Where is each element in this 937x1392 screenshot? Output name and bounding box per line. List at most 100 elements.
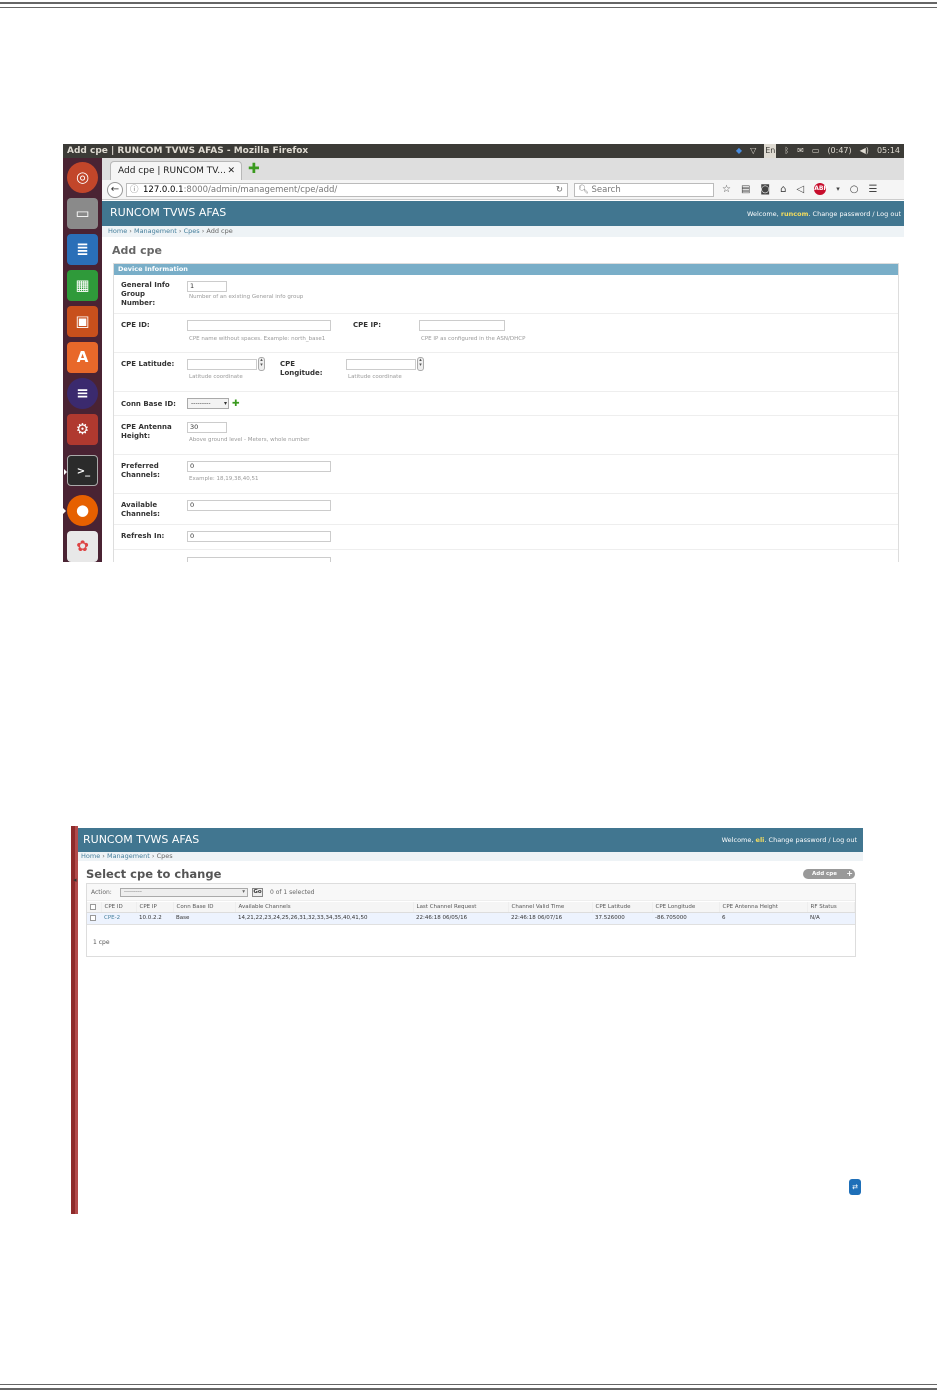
cpe-id-link[interactable]: CPE-2 [104, 915, 120, 921]
battery-time: (0:47) [827, 146, 852, 155]
last-request-cell: 22:46:18 06/05/16 [413, 912, 508, 925]
software-center-icon[interactable]: A [67, 342, 98, 373]
bookmarks-menu-icon[interactable]: ▤ [741, 182, 750, 197]
writer-icon[interactable]: ≣ [67, 234, 98, 265]
close-tab-icon[interactable]: ✕ [227, 162, 235, 180]
latitude-stepper[interactable]: ▴ ▾ [258, 357, 265, 371]
dropbox-icon[interactable]: ◆ [736, 144, 742, 158]
form-row-cpe: CPE ID: CPE name without spaces. Example… [114, 314, 898, 353]
impress-icon[interactable]: ▣ [67, 306, 98, 337]
volume-icon[interactable]: ◀) [860, 144, 869, 158]
adblock-icon[interactable]: ABP [814, 183, 828, 195]
url-bar[interactable]: ⓘ 127.0.0.1:8000/admin/management/cpe/ad… [126, 183, 568, 197]
site-info-icon[interactable]: ⓘ [130, 184, 139, 196]
breadcrumb-sep: › [102, 852, 105, 860]
chevron-down-icon: ▾ [223, 400, 227, 407]
breadcrumb-home[interactable]: Home [81, 852, 100, 860]
ubuntu-dash-icon[interactable]: ◎ [67, 162, 98, 193]
firefox-window: Add cpe | RUNCOM TV... ✕ ✚ ← ⓘ 127.0.0.1… [102, 158, 904, 562]
circle-icon[interactable]: ○ [850, 182, 859, 197]
new-tab-icon[interactable]: ✚ [248, 161, 260, 177]
back-arrow-icon[interactable]: ← [107, 182, 123, 198]
conn-base-select[interactable]: --------- ▾ [187, 398, 229, 409]
breadcrumb-current: Cpes [156, 852, 173, 860]
breadcrumb-sep: › [129, 227, 132, 235]
column-header[interactable]: Conn Base ID [173, 902, 236, 913]
app-icon[interactable]: ✿ [67, 531, 98, 562]
eclipse-icon[interactable]: ≡ [67, 378, 98, 409]
select-all-checkbox[interactable] [90, 903, 96, 910]
search-input[interactable]: 🔍︎ Search [574, 183, 714, 197]
column-header[interactable]: CPE Antenna Height [719, 902, 808, 913]
go-button[interactable]: Go [252, 888, 263, 897]
latitude-input[interactable] [187, 359, 257, 370]
user-links[interactable]: . Change password / Log out [808, 210, 901, 218]
firefox-icon[interactable]: ● [63, 495, 98, 526]
screenshot-add-cpe: Add cpe | RUNCOM TVWS AFAS - Mozilla Fir… [63, 144, 904, 562]
url-host: 127.0.0.1 [143, 185, 184, 195]
add-cpe-button[interactable]: Add cpe + [803, 869, 855, 879]
action-select[interactable]: --------- ▾ [120, 888, 248, 897]
wifi-icon[interactable]: ▽ [750, 144, 756, 158]
files-icon[interactable]: ▭ [67, 198, 98, 229]
group-number-label: General Info Group Number: [121, 281, 170, 307]
group-number-input[interactable]: 1 [187, 281, 227, 292]
column-header[interactable]: Last Channel Request [413, 902, 509, 913]
cpe-id-label: CPE ID: [121, 321, 150, 329]
column-header[interactable]: CPE IP [136, 902, 174, 913]
next-field-input[interactable] [187, 557, 331, 562]
chevron-down-icon: ▾ [242, 889, 245, 895]
terminal-icon[interactable]: >_ [64, 455, 98, 486]
window-title: Add cpe | RUNCOM TVWS AFAS - Mozilla Fir… [67, 146, 309, 156]
teamviewer-icon[interactable]: ⇄ [849, 1179, 861, 1195]
column-header[interactable]: RF Status [807, 902, 855, 913]
column-header[interactable]: CPE Longitude [652, 902, 720, 913]
reload-icon[interactable]: ↻ [556, 184, 563, 196]
breadcrumb-current: Add cpe [206, 227, 233, 235]
column-header[interactable]: Available Channels [235, 902, 414, 913]
row-select-cell [87, 912, 101, 925]
bookmark-star-icon[interactable]: ☆ [722, 182, 731, 197]
hamburger-menu-icon[interactable]: ☰ [868, 182, 877, 197]
breadcrumb-management[interactable]: Management [134, 227, 177, 235]
tab-add-cpe[interactable]: Add cpe | RUNCOM TV... ✕ [110, 161, 242, 180]
dropdown-chevron-icon[interactable]: ▾ [836, 182, 840, 197]
form-row-height: CPE Antenna Height: 30 Above ground leve… [114, 416, 898, 455]
row-checkbox[interactable] [90, 914, 96, 921]
longitude-stepper[interactable]: ▴ ▾ [417, 357, 424, 371]
collapse-arrow-icon[interactable]: ◂ [73, 876, 77, 884]
clock[interactable]: 05:14 [877, 144, 900, 158]
mail-icon[interactable]: ✉ [797, 144, 804, 158]
add-conn-base-icon[interactable]: ✚ [232, 400, 240, 409]
user-links[interactable]: . Change password / Log out [764, 836, 857, 844]
refresh-in-input[interactable]: 0 [187, 531, 331, 542]
preferred-channels-input[interactable]: 0 [187, 461, 331, 472]
site-branding[interactable]: RUNCOM TVWS AFAS [110, 206, 226, 219]
longitude-input[interactable] [346, 359, 416, 370]
form-row-coords: CPE Latitude: ▴ ▾ Latitude coordinate CPE… [114, 353, 898, 392]
pocket-icon[interactable]: ◙ [760, 182, 770, 197]
send-icon[interactable]: ◁ [796, 182, 804, 197]
site-branding[interactable]: RUNCOM TVWS AFAS [83, 833, 199, 846]
cpe-ip-input[interactable] [419, 320, 505, 331]
battery-icon[interactable]: ▭ [812, 144, 820, 158]
antenna-height-input[interactable]: 30 [187, 422, 227, 433]
home-icon[interactable]: ⌂ [780, 182, 786, 197]
column-header[interactable]: Channel Valid Time [508, 902, 593, 913]
cpe-id-input[interactable] [187, 320, 331, 331]
column-header[interactable]: CPE ID [101, 902, 137, 913]
column-header[interactable]: CPE Latitude [592, 902, 653, 913]
screenshot-cpe-list: ◂ RUNCOM TVWS AFAS Welcome, eli. Change … [71, 826, 863, 1214]
bluetooth-icon[interactable]: ᛒ [784, 144, 789, 158]
group-number-help: Number of an existing General info group [189, 294, 304, 300]
system-settings-icon[interactable]: ⚙ [67, 414, 98, 445]
changelist: Action: --------- ▾ Go 0 of 1 selected CP… [86, 883, 856, 957]
breadcrumb-cpes[interactable]: Cpes [184, 227, 200, 235]
form-row-refresh: Refresh In: 0 [114, 525, 898, 550]
keyboard-layout-indicator[interactable]: En [764, 144, 777, 158]
breadcrumb-home[interactable]: Home [108, 227, 127, 235]
available-channels-input[interactable]: 0 [187, 500, 331, 511]
conn-base-label: Conn Base ID: [121, 400, 176, 408]
breadcrumb-management[interactable]: Management [107, 852, 150, 860]
calc-icon[interactable]: ▦ [67, 270, 98, 301]
